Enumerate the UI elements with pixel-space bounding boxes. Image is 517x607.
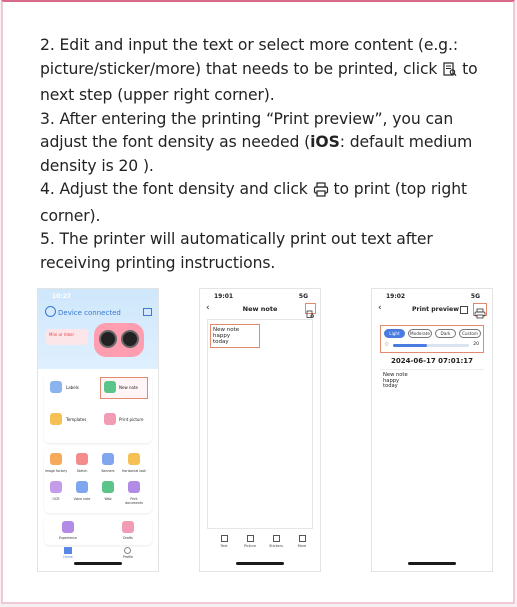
mini-printer-label: Mini ar lnber xyxy=(46,329,88,345)
print-documents-icon[interactable] xyxy=(128,481,140,493)
density-light[interactable]: Light xyxy=(384,329,405,338)
status-time: 19:01 xyxy=(214,293,234,300)
density-custom[interactable]: Custom xyxy=(459,329,481,338)
density-panel: Light Moderate Dark Custom ♢ 20 xyxy=(380,325,484,353)
status-signal: 5G xyxy=(470,293,480,300)
print-button[interactable] xyxy=(473,303,487,319)
templates-icon xyxy=(50,413,62,425)
print-picture-icon xyxy=(104,413,116,425)
profile-tab-label: Profile xyxy=(123,555,133,559)
drafts-icon[interactable] xyxy=(122,521,134,533)
next-step-icon xyxy=(442,61,457,85)
more-tool[interactable]: More xyxy=(290,535,314,548)
ios-label: iOS xyxy=(310,133,340,151)
page-title: New note xyxy=(242,305,278,313)
density-slider-fill xyxy=(393,344,428,347)
step-4-text: 4. Adjust the font density and click xyxy=(40,180,308,198)
sticker-icon xyxy=(272,535,280,542)
preview-line: today xyxy=(383,383,398,390)
back-icon[interactable]: ‹ xyxy=(378,304,382,313)
more-tool-label: More xyxy=(297,544,307,548)
web-icon[interactable] xyxy=(102,481,114,493)
labels-icon xyxy=(50,381,62,393)
text-icon xyxy=(220,535,228,542)
text-tool[interactable]: Text xyxy=(212,535,236,548)
profile-tab-icon[interactable] xyxy=(124,547,131,554)
picture-tool[interactable]: Picture xyxy=(238,535,262,548)
status-bar: 19:02 5G xyxy=(372,293,492,303)
density-value: 20 xyxy=(473,342,479,347)
picture-icon xyxy=(246,535,254,542)
device-connected-title: Device connected xyxy=(58,309,121,317)
lens-left xyxy=(99,330,117,348)
web-label: Web xyxy=(104,497,112,501)
status-bar: 19:01 5G xyxy=(200,293,320,303)
banners-label: Banners xyxy=(101,469,115,473)
print-timestamp: 2024-06-17 07:01:17 xyxy=(390,357,474,365)
more-icon xyxy=(298,535,306,542)
horizontal-look-label: Horizontal look xyxy=(122,469,146,473)
preview-paper: New note happy today xyxy=(380,369,484,399)
instructions: 2. Edit and input the text or select mor… xyxy=(40,34,500,275)
density-dark[interactable]: Dark xyxy=(435,329,456,338)
horizontal-look-icon[interactable] xyxy=(128,453,140,465)
step-5: 5. The printer will automatically print … xyxy=(40,230,433,272)
note-canvas[interactable] xyxy=(207,319,313,529)
step-2-text: 2. Edit and input the text or select mor… xyxy=(40,36,458,78)
voice-note-label: Voice note xyxy=(73,497,91,501)
home-tab-icon[interactable] xyxy=(64,547,72,554)
status-bar: 10:27 xyxy=(38,293,158,303)
printer-icon xyxy=(313,181,329,205)
sketch-icon[interactable] xyxy=(76,453,88,465)
fit-icon[interactable] xyxy=(460,306,468,314)
scan-icon[interactable] xyxy=(143,308,152,316)
home-indicator xyxy=(74,562,122,565)
sketch-label: Sketch xyxy=(76,469,88,473)
status-signal: 5G xyxy=(298,293,308,300)
stickers-tool[interactable]: Stickers xyxy=(264,535,288,548)
home-tab-label: Home xyxy=(63,555,73,559)
new-note-label: New note xyxy=(119,385,139,390)
ink-drop-icon: ♢ xyxy=(384,341,390,348)
next-step-button[interactable] xyxy=(305,303,316,318)
image-factory-label: Image factory xyxy=(44,469,68,473)
back-icon[interactable]: ‹ xyxy=(206,304,210,313)
step-4: 4. Adjust the font density and click to … xyxy=(40,178,500,228)
ocr-icon[interactable] xyxy=(50,481,62,493)
extras-card xyxy=(44,517,152,545)
stickers-tool-label: Stickers xyxy=(269,544,283,548)
templates-button[interactable]: Templates xyxy=(66,417,86,422)
drafts-label: Drafts xyxy=(123,536,133,540)
density-slider[interactable] xyxy=(393,344,469,347)
banners-icon[interactable] xyxy=(102,453,114,465)
new-note-phone: 19:01 5G ‹ New note New note happy today … xyxy=(199,288,321,572)
lens-right xyxy=(121,330,139,348)
experience-label: Experience xyxy=(59,536,77,540)
print-documents-label: Print documents xyxy=(125,497,143,505)
print-picture-button[interactable]: Print picture xyxy=(119,417,143,422)
note-text-box[interactable]: New note happy today xyxy=(210,324,261,348)
new-note-icon xyxy=(104,381,116,393)
text-tool-label: Text xyxy=(220,544,228,548)
experience-icon[interactable] xyxy=(62,521,74,533)
printer-illustration xyxy=(94,323,144,357)
status-time: 19:02 xyxy=(386,293,406,300)
connected-icon xyxy=(45,306,56,317)
image-factory-icon[interactable] xyxy=(50,453,62,465)
step-2: 2. Edit and input the text or select mor… xyxy=(40,34,500,108)
print-preview-phone: 19:02 5G ‹ Print preview Light Moderate D… xyxy=(371,288,493,572)
nav-bar: ‹ New note xyxy=(200,304,320,318)
step-3: 3. After entering the printing “Print pr… xyxy=(40,108,500,179)
density-moderate[interactable]: Moderate xyxy=(408,329,432,338)
home-screen-phone: 10:27 Device connected Mini ar lnber Lab… xyxy=(37,288,159,572)
page-title: Print preview xyxy=(412,306,459,313)
voice-note-icon[interactable] xyxy=(76,481,88,493)
labels-button[interactable]: Labels xyxy=(66,385,79,390)
home-indicator xyxy=(408,562,456,565)
home-indicator xyxy=(236,562,284,565)
status-time: 10:27 xyxy=(52,293,72,300)
ocr-label: OCR xyxy=(52,497,60,501)
picture-tool-label: Picture xyxy=(243,544,257,548)
note-line: today xyxy=(213,339,229,345)
